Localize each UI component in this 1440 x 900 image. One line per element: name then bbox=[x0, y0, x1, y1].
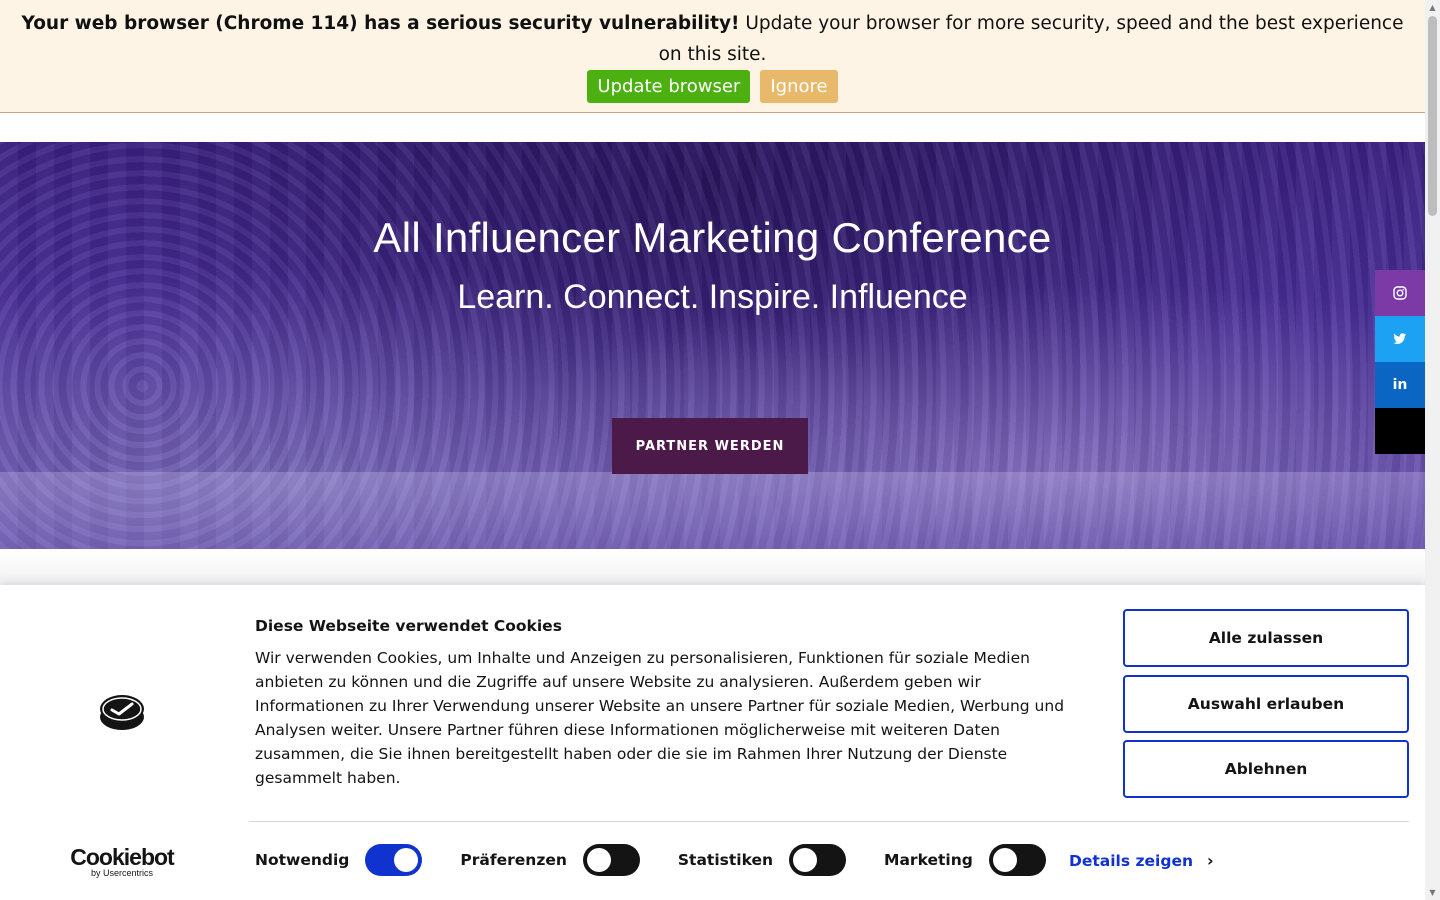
linkedin-icon[interactable]: in bbox=[1375, 362, 1425, 408]
update-warning-text: Your web browser (Chrome 114) has a seri… bbox=[21, 13, 740, 34]
divider bbox=[249, 821, 1409, 822]
site-header bbox=[0, 113, 1425, 142]
social-sidebar: in bbox=[1375, 270, 1425, 454]
hero-title: All Influencer Marketing Conference bbox=[373, 214, 1052, 261]
toggle-label-praeferenzen: Präferenzen bbox=[460, 851, 567, 869]
toggle-group-notwendig: Notwendig bbox=[255, 844, 423, 876]
deny-button[interactable]: Ablehnen bbox=[1123, 740, 1409, 798]
cookiebot-brand: Cookiebot by Usercentrics bbox=[70, 845, 174, 878]
toggle-marketing[interactable] bbox=[988, 844, 1046, 876]
linkedin-glyph: in bbox=[1392, 377, 1408, 393]
allow-selection-button[interactable]: Auswahl erlauben bbox=[1123, 675, 1409, 733]
toggle-label-marketing: Marketing bbox=[884, 851, 973, 869]
cookie-consent-banner: Diese Webseite verwendet Cookies Wir ver… bbox=[0, 585, 1425, 900]
update-message: Your web browser (Chrome 114) has a seri… bbox=[0, 8, 1425, 70]
consent-toggles: Notwendig Präferenzen Statistiken Market… bbox=[255, 844, 1084, 876]
toggle-group-statistiken: Statistiken bbox=[677, 844, 847, 876]
partner-werden-button[interactable]: PARTNER WERDEN bbox=[612, 418, 808, 474]
details-zeigen-link[interactable]: Details zeigen › bbox=[1069, 851, 1214, 870]
cookiebot-logo-icon bbox=[100, 695, 144, 730]
x-icon[interactable] bbox=[1375, 408, 1425, 454]
toggle-label-statistiken: Statistiken bbox=[677, 851, 774, 869]
cookie-title: Diese Webseite verwendet Cookies bbox=[255, 617, 562, 635]
chevron-right-icon: › bbox=[1207, 851, 1214, 870]
hero-subtitle: Learn. Connect. Inspire. Influence bbox=[457, 278, 968, 316]
toggle-group-marketing: Marketing bbox=[884, 844, 1046, 876]
twitter-icon[interactable] bbox=[1375, 316, 1425, 362]
hero-section: All Influencer Marketing Conference Lear… bbox=[0, 142, 1425, 549]
update-info-text: Update your browser for more security, s… bbox=[658, 13, 1404, 65]
toggle-praeferenzen[interactable] bbox=[582, 844, 640, 876]
details-label: Details zeigen bbox=[1069, 851, 1193, 870]
scroll-up-arrow-icon[interactable]: ▲ bbox=[1425, 0, 1440, 15]
allow-all-button[interactable]: Alle zulassen bbox=[1123, 609, 1409, 667]
cookie-description: Wir verwenden Cookies, um Inhalte und An… bbox=[255, 649, 1065, 787]
update-browser-button[interactable]: Update browser bbox=[587, 70, 751, 103]
scrollbar-thumb[interactable] bbox=[1428, 16, 1437, 216]
page-scrollbar[interactable]: ▲ ▼ bbox=[1425, 0, 1440, 900]
toggle-label-notwendig: Notwendig bbox=[255, 851, 350, 869]
toggle-statistiken[interactable] bbox=[789, 844, 847, 876]
ignore-button[interactable]: Ignore bbox=[760, 70, 838, 103]
toggle-notwendig[interactable] bbox=[365, 844, 423, 876]
browser-update-banner: Your web browser (Chrome 114) has a seri… bbox=[0, 0, 1425, 113]
instagram-icon[interactable] bbox=[1375, 270, 1425, 316]
toggle-group-praeferenzen: Präferenzen bbox=[460, 844, 640, 876]
cookiebot-name: Cookiebot bbox=[70, 844, 174, 870]
scroll-down-arrow-icon[interactable]: ▼ bbox=[1425, 885, 1440, 900]
